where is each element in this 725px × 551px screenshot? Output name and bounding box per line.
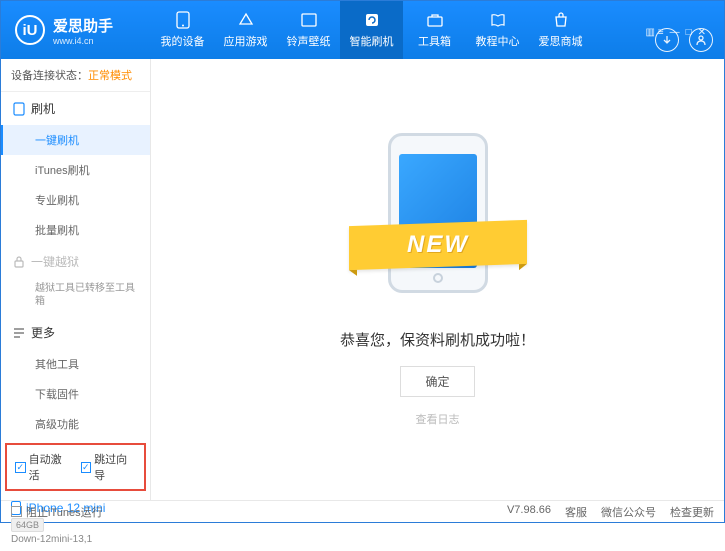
apps-icon bbox=[237, 11, 255, 29]
sidebar-bottom: ✓自动激活 ✓跳过向导 iPhone 12 mini 64GB Down-12m… bbox=[1, 439, 150, 551]
view-log-link[interactable]: 查看日志 bbox=[416, 411, 460, 427]
nav-label: 我的设备 bbox=[161, 33, 205, 49]
ok-button[interactable]: 确定 bbox=[400, 366, 474, 397]
toolbox-icon bbox=[426, 11, 444, 29]
nav-label: 工具箱 bbox=[418, 33, 451, 49]
checkbox-icon: ✓ bbox=[15, 462, 26, 473]
phone-icon bbox=[13, 102, 25, 116]
new-banner-text: NEW bbox=[407, 231, 469, 259]
section-title: 一键越狱 bbox=[31, 253, 79, 270]
sidebar-item-itunes[interactable]: iTunes刷机 bbox=[1, 155, 150, 185]
sidebar-item-othertools[interactable]: 其他工具 bbox=[1, 349, 150, 379]
conn-label: 设备连接状态： bbox=[11, 70, 88, 82]
sidebar-section-flash[interactable]: 刷机 bbox=[1, 92, 150, 125]
sidebar-item-oneclick[interactable]: 一键刷机 bbox=[1, 125, 150, 155]
nav-toolbox[interactable]: 工具箱 bbox=[403, 1, 466, 59]
sidebar-item-advanced[interactable]: 高级功能 bbox=[1, 409, 150, 439]
body: 设备连接状态：正常模式 刷机 一键刷机 iTunes刷机 专业刷机 批量刷机 一… bbox=[1, 59, 724, 500]
phone-home-icon bbox=[433, 273, 443, 283]
check-label: 跳过向导 bbox=[94, 451, 136, 483]
footer-right: V7.98.66 客服 微信公众号 检查更新 bbox=[507, 504, 714, 520]
checkbox-icon bbox=[11, 506, 22, 517]
user-button[interactable] bbox=[689, 28, 713, 52]
sidebar: 设备连接状态：正常模式 刷机 一键刷机 iTunes刷机 专业刷机 批量刷机 一… bbox=[1, 59, 151, 500]
checkbox-row: ✓自动激活 ✓跳过向导 bbox=[5, 443, 146, 491]
book-icon bbox=[489, 11, 507, 29]
download-button[interactable] bbox=[655, 28, 679, 52]
version-label: V7.98.66 bbox=[507, 504, 551, 520]
app-url: www.i4.cn bbox=[53, 36, 113, 46]
nav-label: 教程中心 bbox=[476, 33, 520, 49]
list-icon bbox=[13, 328, 25, 338]
nav-store[interactable]: 爱思商城 bbox=[529, 1, 592, 59]
success-message: 恭喜您，保资料刷机成功啦！ bbox=[340, 329, 535, 350]
nav-label: 应用游戏 bbox=[224, 33, 268, 49]
storage-badge: 64GB bbox=[11, 518, 44, 532]
flash-icon bbox=[363, 11, 381, 29]
sidebar-item-pro[interactable]: 专业刷机 bbox=[1, 185, 150, 215]
check-label: 自动激活 bbox=[29, 451, 71, 483]
wallpaper-icon bbox=[300, 11, 318, 29]
connection-status: 设备连接状态：正常模式 bbox=[1, 59, 150, 92]
main-content: NEW 恭喜您，保资料刷机成功啦！ 确定 查看日志 bbox=[151, 59, 724, 500]
sidebar-section-jailbreak[interactable]: 一键越狱 bbox=[1, 245, 150, 278]
checkbox-icon: ✓ bbox=[81, 462, 92, 473]
check-label: 阻止iTunes运行 bbox=[26, 504, 103, 520]
footer-link-wechat[interactable]: 微信公众号 bbox=[601, 504, 656, 520]
nav-label: 铃声壁纸 bbox=[287, 33, 331, 49]
phone-illustration: NEW bbox=[363, 133, 513, 303]
section-title: 刷机 bbox=[31, 100, 55, 117]
checkbox-block-itunes[interactable]: 阻止iTunes运行 bbox=[11, 504, 103, 520]
section-title: 更多 bbox=[31, 324, 55, 341]
sidebar-item-batch[interactable]: 批量刷机 bbox=[1, 215, 150, 245]
sidebar-item-firmware[interactable]: 下载固件 bbox=[1, 379, 150, 409]
new-banner: NEW bbox=[349, 219, 527, 269]
logo-area: iU 爱思助手 www.i4.cn bbox=[1, 15, 151, 46]
logo-icon: iU bbox=[15, 15, 45, 45]
phone-body-icon bbox=[388, 133, 488, 293]
conn-mode: 正常模式 bbox=[88, 70, 132, 82]
checkbox-auto-activate[interactable]: ✓自动激活 bbox=[15, 451, 71, 483]
nav-tutorials[interactable]: 教程中心 bbox=[466, 1, 529, 59]
nav-label: 智能刷机 bbox=[350, 33, 394, 49]
phone-icon bbox=[174, 11, 192, 29]
app-name: 爱思助手 bbox=[53, 15, 113, 36]
nav-flash[interactable]: 智能刷机 bbox=[340, 1, 403, 59]
lock-icon bbox=[13, 256, 25, 268]
nav-my-device[interactable]: 我的设备 bbox=[151, 1, 214, 59]
footer-link-support[interactable]: 客服 bbox=[565, 504, 587, 520]
footer-link-update[interactable]: 检查更新 bbox=[670, 504, 714, 520]
store-icon bbox=[552, 11, 570, 29]
nav-label: 爱思商城 bbox=[539, 33, 583, 49]
sidebar-section-more[interactable]: 更多 bbox=[1, 316, 150, 349]
main-nav: 我的设备 应用游戏 铃声壁纸 智能刷机 工具箱 教程中心 爱思商城 bbox=[151, 1, 646, 59]
header: iU 爱思助手 www.i4.cn 我的设备 应用游戏 铃声壁纸 智能刷机 工具… bbox=[1, 1, 724, 59]
nav-apps[interactable]: 应用游戏 bbox=[214, 1, 277, 59]
device-sub: Down-12mini-13,1 bbox=[11, 534, 140, 545]
nav-ringtones[interactable]: 铃声壁纸 bbox=[277, 1, 340, 59]
jailbreak-note: 越狱工具已转移至工具箱 bbox=[1, 278, 150, 316]
checkbox-skip-setup[interactable]: ✓跳过向导 bbox=[81, 451, 137, 483]
